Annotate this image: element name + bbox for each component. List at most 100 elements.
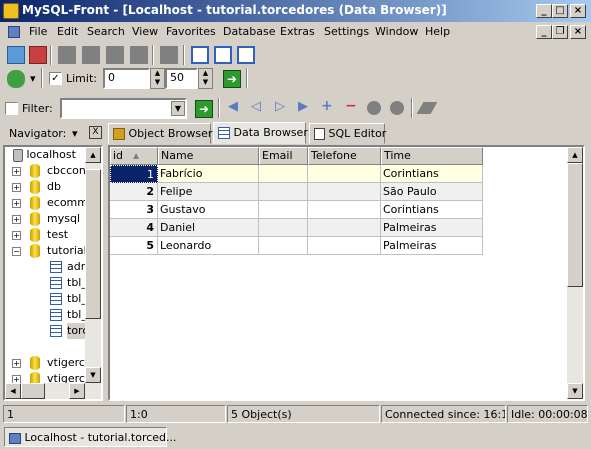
column-header-name[interactable]: Name	[158, 147, 259, 165]
table-cell-email[interactable]	[259, 237, 308, 255]
expand-icon[interactable]: +	[12, 359, 21, 368]
table-cell-time[interactable]: Corintians	[381, 201, 483, 219]
delete-record-icon[interactable]: −	[345, 98, 357, 114]
new-connection-icon[interactable]	[7, 46, 25, 64]
tree-table[interactable]: tbl_	[67, 275, 87, 291]
tree-scroll-thumb[interactable]	[85, 169, 101, 319]
navigator-tree[interactable]: localhost + cbccont + db + ecomme + mysq…	[3, 145, 103, 401]
tree-database[interactable]: tutorial	[47, 243, 87, 259]
table-cell-name[interactable]: Daniel	[158, 219, 259, 237]
refresh-dropdown-icon[interactable]: ▾	[30, 72, 36, 85]
table-cell-name[interactable]: Fabrício	[158, 165, 259, 183]
toolbar-icon[interactable]	[82, 46, 100, 64]
table-cell-id[interactable]: 4	[110, 219, 158, 237]
post-record-icon[interactable]	[367, 101, 381, 115]
table-cell-email[interactable]	[259, 183, 308, 201]
tree-scroll-up-button[interactable]: ▲	[85, 147, 101, 163]
table-cell-id[interactable]: 3	[110, 201, 158, 219]
last-record-icon[interactable]: ▶	[298, 99, 308, 114]
filter-checkbox[interactable]	[5, 102, 18, 115]
erase-icon[interactable]	[416, 102, 438, 114]
table-cell-telefone[interactable]	[308, 183, 381, 201]
table-cell-email[interactable]	[259, 201, 308, 219]
table-cell-time[interactable]: São Paulo	[381, 183, 483, 201]
menu-view[interactable]: View	[132, 25, 158, 38]
table-cell-name[interactable]: Felipe	[158, 183, 259, 201]
tree-table[interactable]: tbl_	[67, 291, 87, 307]
menu-file[interactable]: File	[29, 25, 47, 38]
tree-database[interactable]: vtigercr	[47, 355, 89, 371]
minimize-button[interactable]: _	[536, 4, 552, 18]
table-cell-telefone[interactable]	[308, 165, 381, 183]
menu-help[interactable]: Help	[425, 25, 450, 38]
table-cell-id[interactable]: 5	[110, 237, 158, 255]
close-button[interactable]: ×	[570, 4, 586, 18]
tab-sql-editor[interactable]: SQL Editor	[309, 123, 386, 144]
tab-data-browser[interactable]: Data Browser	[213, 122, 308, 144]
menu-edit[interactable]: Edit	[57, 25, 78, 38]
tree-root[interactable]: localhost	[13, 147, 76, 163]
filter-input[interactable]	[60, 98, 187, 119]
view-icon[interactable]	[214, 46, 232, 64]
table-cell-email[interactable]	[259, 219, 308, 237]
tree-database[interactable]: db	[47, 179, 61, 195]
navigator-dropdown-icon[interactable]: ▾	[72, 127, 78, 140]
menu-settings[interactable]: Settings	[324, 25, 369, 38]
refresh-icon[interactable]	[7, 70, 25, 88]
child-close-button[interactable]: ×	[570, 25, 586, 39]
tree-scroll-down-button[interactable]: ▼	[85, 367, 101, 383]
table-cell-time[interactable]: Palmeiras	[381, 237, 483, 255]
collapse-icon[interactable]: −	[12, 247, 21, 256]
column-header-email[interactable]: Email	[259, 147, 308, 165]
child-restore-button[interactable]: ❐	[552, 25, 568, 39]
close-connection-icon[interactable]	[29, 46, 47, 64]
expand-icon[interactable]: +	[12, 183, 21, 192]
limit-from-input[interactable]: 0	[103, 68, 150, 89]
child-minimize-button[interactable]: _	[536, 25, 552, 39]
table-cell-telefone[interactable]	[308, 237, 381, 255]
table-cell-id[interactable]: 1	[110, 165, 158, 183]
toolbar-icon[interactable]	[106, 46, 124, 64]
add-record-icon[interactable]: +	[321, 98, 333, 114]
menu-extras[interactable]: Extras	[280, 25, 315, 38]
tree-table[interactable]: tbl_	[67, 307, 87, 323]
tree-hscroll-thumb[interactable]	[21, 383, 45, 399]
first-record-icon[interactable]: ◀	[228, 99, 238, 114]
table-cell-name[interactable]: Gustavo	[158, 201, 259, 219]
toolbar-icon[interactable]	[160, 46, 178, 64]
apply-limit-button[interactable]: ➜	[223, 70, 241, 88]
limit-count-spinner[interactable]: ▲ ▼	[198, 68, 213, 89]
grid-scroll-down-button[interactable]: ▼	[567, 383, 583, 399]
cancel-record-icon[interactable]	[390, 101, 404, 115]
menu-database[interactable]: Database	[223, 25, 276, 38]
menu-search[interactable]: Search	[87, 25, 125, 38]
filter-dropdown-icon[interactable]: ▼	[171, 101, 185, 116]
expand-icon[interactable]: +	[12, 231, 21, 240]
table-cell-email[interactable]	[259, 165, 308, 183]
tree-scroll-left-button[interactable]: ◀	[5, 383, 21, 399]
tree-database[interactable]: cbccont	[47, 163, 90, 179]
grid-scroll-up-button[interactable]: ▲	[567, 147, 583, 163]
table-cell-id[interactable]: 2	[110, 183, 158, 201]
tree-scroll-right-button[interactable]: ▶	[69, 383, 85, 399]
table-cell-telefone[interactable]	[308, 201, 381, 219]
toolbar-icon[interactable]	[130, 46, 148, 64]
table-cell-name[interactable]: Leonardo	[158, 237, 259, 255]
tree-database[interactable]: test	[47, 227, 68, 243]
table-cell-time[interactable]: Palmeiras	[381, 219, 483, 237]
limit-count-input[interactable]: 50	[165, 68, 198, 89]
tab-object-browser[interactable]: Object Browser	[108, 123, 212, 144]
apply-filter-button[interactable]: ➜	[195, 100, 213, 118]
maximize-button[interactable]: □	[552, 4, 568, 18]
expand-icon[interactable]: +	[12, 199, 21, 208]
tree-database[interactable]: mysql	[47, 211, 80, 227]
column-header-time[interactable]: Time	[381, 147, 483, 165]
limit-checkbox[interactable]: ✓	[49, 72, 62, 85]
expand-icon[interactable]: +	[12, 167, 21, 176]
grid-scroll-thumb[interactable]	[567, 163, 583, 287]
expand-icon[interactable]: +	[12, 215, 21, 224]
menu-window[interactable]: Window	[375, 25, 418, 38]
menu-favorites[interactable]: Favorites	[166, 25, 216, 38]
view-icon[interactable]	[191, 46, 209, 64]
data-grid[interactable]: id ▲ Name Email Telefone Time 1 Fabrício…	[108, 145, 585, 401]
